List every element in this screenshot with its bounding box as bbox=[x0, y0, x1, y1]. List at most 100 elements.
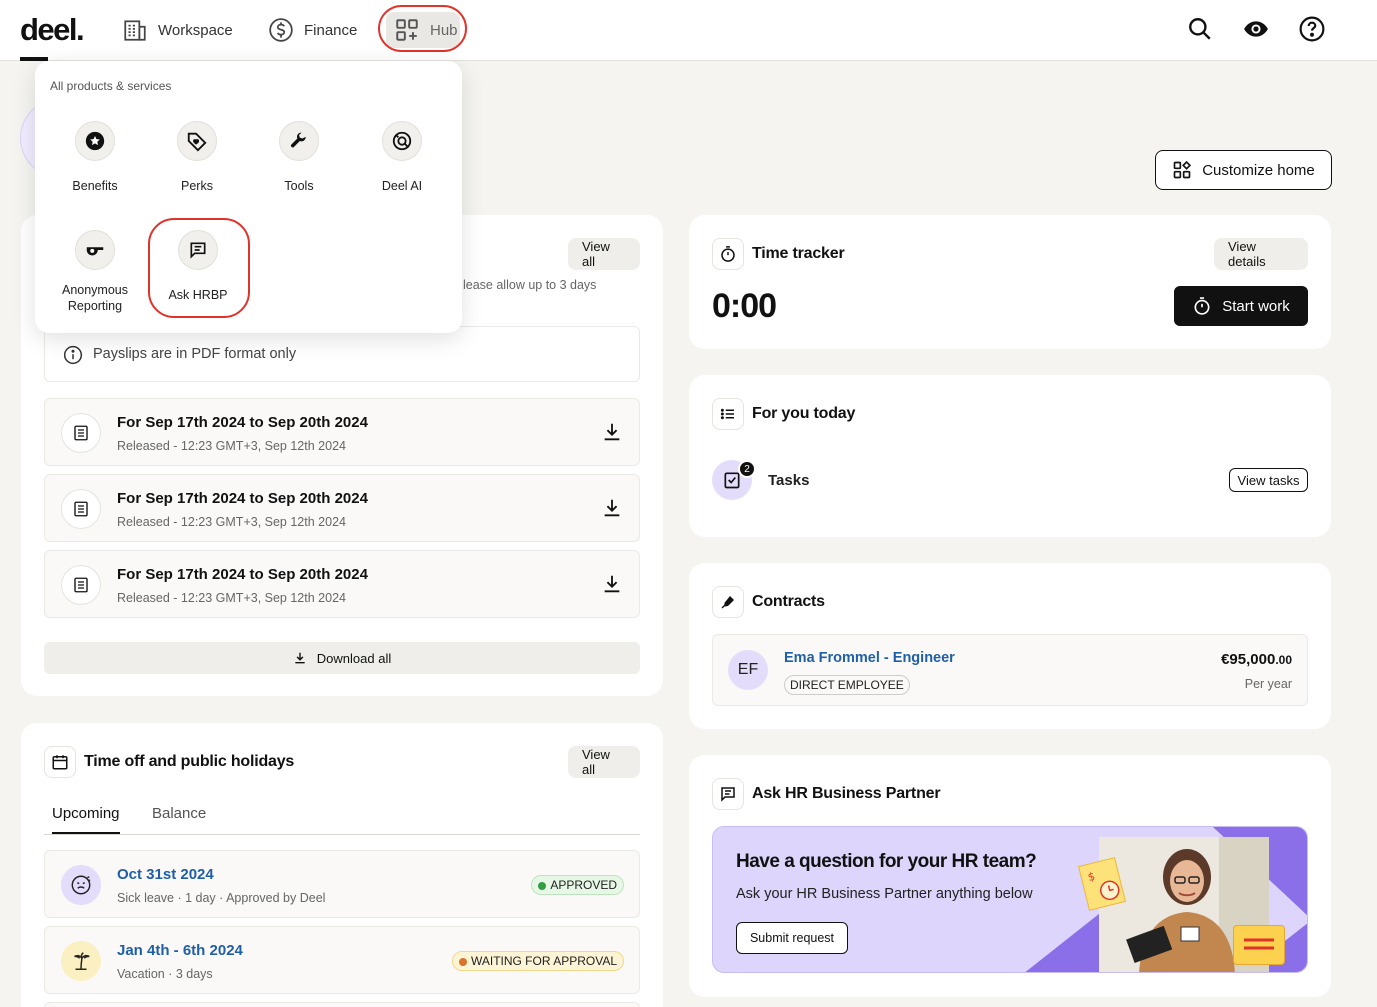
payslip-doc-badge bbox=[61, 489, 101, 529]
contract-row[interactable]: EF Ema Frommel - Engineer DIRECT EMPLOYE… bbox=[712, 634, 1308, 706]
document-lines-icon bbox=[74, 501, 88, 517]
contract-amount: €95,000.00 bbox=[1221, 651, 1292, 668]
calendar-icon bbox=[52, 755, 68, 770]
status-label: WAITING FOR APPROVAL bbox=[470, 954, 617, 968]
banner-title: Have a question for your HR team? bbox=[736, 851, 1037, 872]
time-tracker-card: Time tracker View details 0:00 Start wor… bbox=[689, 215, 1331, 349]
status-badge-approved: APPROVED bbox=[531, 875, 624, 895]
contract-amount-cents: .00 bbox=[1275, 653, 1292, 667]
document-lines-icon bbox=[74, 425, 88, 441]
submit-request-button[interactable]: Submit request bbox=[736, 922, 848, 954]
anonymous-reporting-badge bbox=[75, 230, 115, 270]
customize-home-label: Customize home bbox=[1202, 161, 1315, 179]
download-icon[interactable] bbox=[601, 497, 623, 519]
tab-upcoming[interactable]: Upcoming bbox=[52, 805, 120, 822]
stopwatch-icon bbox=[1194, 297, 1210, 315]
payslip-title: For Sep 17th 2024 to Sep 20th 2024 bbox=[117, 490, 368, 507]
logo-underline bbox=[20, 57, 48, 61]
help-icon[interactable] bbox=[1299, 16, 1325, 42]
contracts-card: Contracts EF Ema Frommel - Engineer DIRE… bbox=[689, 563, 1331, 729]
top-navigation: deel. Workspace Finance Hub bbox=[0, 0, 1377, 61]
customize-home-button[interactable]: Customize home bbox=[1155, 150, 1332, 190]
start-work-button[interactable]: Start work bbox=[1174, 286, 1308, 326]
tasks-label: Tasks bbox=[768, 472, 810, 489]
time-off-date: Oct 31st 2024 bbox=[117, 866, 214, 883]
view-tasks-button[interactable]: View tasks bbox=[1229, 468, 1308, 492]
payslip-row[interactable]: For Sep 17th 2024 to Sep 20th 2024 Relea… bbox=[44, 550, 640, 618]
tab-balance[interactable]: Balance bbox=[152, 805, 206, 822]
download-all-label: Download all bbox=[316, 650, 392, 666]
view-details-button[interactable]: View details bbox=[1214, 238, 1308, 270]
payslip-row[interactable]: For Sep 17th 2024 to Sep 20th 2024 Relea… bbox=[44, 474, 640, 542]
product-anonymous-reporting[interactable]: Anonymous Reporting bbox=[44, 230, 146, 314]
for-you-today-card: For you today 2 Tasks View tasks bbox=[689, 375, 1331, 537]
wrench-icon bbox=[290, 132, 306, 148]
product-label: Deel AI bbox=[381, 179, 423, 193]
ask-hrbp-highlight-ring bbox=[148, 218, 250, 318]
time-off-date: Jan 4th - 6th 2024 bbox=[117, 942, 243, 959]
payslip-released: Released - 12:23 GMT+3, Sep 12th 2024 bbox=[117, 439, 346, 453]
chat-lines-icon bbox=[721, 787, 735, 802]
product-deel-ai[interactable]: Deel AI bbox=[351, 121, 453, 194]
nav-finance[interactable]: Finance bbox=[268, 14, 357, 46]
payslips-info-banner: Payslips are in PDF format only bbox=[44, 326, 640, 382]
status-badge-waiting: WAITING FOR APPROVAL bbox=[451, 951, 624, 971]
product-benefits[interactable]: Benefits bbox=[44, 121, 146, 194]
nav-finance-label: Finance bbox=[304, 21, 358, 39]
benefits-badge bbox=[75, 121, 115, 161]
list-icon bbox=[720, 408, 734, 420]
pen-chip bbox=[712, 586, 744, 618]
payslip-released: Released - 12:23 GMT+3, Sep 12th 2024 bbox=[117, 591, 346, 605]
search-icon[interactable] bbox=[1187, 16, 1213, 42]
message-lines-icon bbox=[1244, 938, 1274, 950]
sick-face-icon bbox=[71, 875, 91, 895]
building-icon bbox=[124, 20, 146, 41]
time-off-details: Vacation · 3 days bbox=[117, 967, 213, 981]
document-lines-icon bbox=[74, 577, 88, 593]
star-circle-icon bbox=[85, 131, 105, 151]
tasks-count-badge: 2 bbox=[738, 460, 756, 478]
time-off-details: Sick leave · 1 day · Approved by Deel bbox=[117, 891, 326, 905]
status-label: APPROVED bbox=[550, 878, 617, 892]
message-bubble bbox=[1233, 925, 1285, 965]
tab-active-indicator bbox=[52, 832, 120, 834]
product-label: Anonymous Reporting bbox=[61, 283, 128, 313]
hub-dropdown: All products & services Benefits Perks T… bbox=[35, 61, 462, 333]
time-off-view-all-button[interactable]: View all bbox=[568, 746, 640, 778]
tag-heart-icon bbox=[187, 132, 207, 152]
payslips-view-all-button[interactable]: View all bbox=[568, 238, 640, 270]
contract-type-tag: DIRECT EMPLOYEE bbox=[784, 675, 910, 695]
download-all-button[interactable]: Download all bbox=[44, 642, 640, 674]
nav-workspace-label: Workspace bbox=[158, 21, 233, 39]
payslips-info-text: Payslips are in PDF format only bbox=[93, 346, 297, 362]
time-tracker-title: Time tracker bbox=[752, 245, 845, 262]
tabs-divider bbox=[44, 834, 640, 835]
product-perks[interactable]: Perks bbox=[146, 121, 248, 194]
banner-subtitle: Ask your HR Business Partner anything be… bbox=[736, 886, 1033, 902]
time-off-row[interactable]: Oct 31st 2024 Sick leave · 1 day · Appro… bbox=[44, 850, 640, 918]
payslip-row[interactable]: For Sep 17th 2024 to Sep 20th 2024 Relea… bbox=[44, 398, 640, 466]
payslip-released: Released - 12:23 GMT+3, Sep 12th 2024 bbox=[117, 515, 346, 529]
payslip-doc-badge bbox=[61, 565, 101, 605]
ask-hrbp-card: Ask HR Business Partner Have a question … bbox=[689, 755, 1331, 997]
nav-workspace[interactable]: Workspace bbox=[122, 14, 233, 46]
product-tools[interactable]: Tools bbox=[248, 121, 350, 194]
ask-hrbp-title: Ask HR Business Partner bbox=[752, 785, 941, 802]
product-label: Benefits bbox=[72, 179, 118, 193]
time-display: 0:00 bbox=[712, 287, 777, 325]
perks-badge bbox=[177, 121, 217, 161]
time-off-row-partial bbox=[44, 1002, 640, 1007]
download-icon[interactable] bbox=[601, 421, 623, 443]
download-icon[interactable] bbox=[601, 573, 623, 595]
time-off-row[interactable]: Jan 4th - 6th 2024 Vacation · 3 days WAI… bbox=[44, 926, 640, 994]
contract-name[interactable]: Ema Frommel - Engineer bbox=[784, 650, 955, 666]
customize-grid-icon bbox=[1173, 160, 1192, 179]
whistle-icon bbox=[86, 247, 104, 256]
fountain-pen-icon bbox=[721, 596, 734, 609]
status-dot bbox=[458, 958, 467, 966]
payslip-title: For Sep 17th 2024 to Sep 20th 2024 bbox=[117, 566, 368, 583]
calendar-chip bbox=[44, 746, 76, 778]
deel-logo[interactable]: deel. bbox=[20, 12, 85, 48]
dollar-circle-icon bbox=[269, 18, 293, 42]
eye-icon[interactable] bbox=[1243, 16, 1269, 42]
